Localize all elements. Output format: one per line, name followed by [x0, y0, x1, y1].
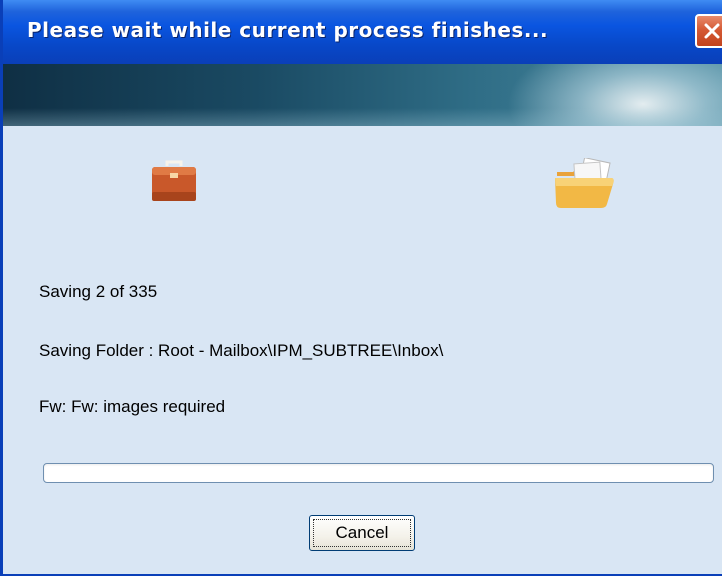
progress-count-text: Saving 2 of 335 — [39, 282, 158, 301]
progress-bar — [43, 463, 714, 483]
close-icon — [704, 23, 720, 39]
progress-dialog: Please wait while current process finish… — [0, 0, 722, 576]
briefcase-icon — [152, 160, 196, 201]
current-item-text: Fw: Fw: images required — [39, 397, 226, 416]
current-folder-text: Saving Folder : Root - Mailbox\IPM_SUBTR… — [39, 341, 444, 360]
close-button[interactable] — [695, 14, 722, 48]
title-bar[interactable]: Please wait while current process finish… — [3, 0, 722, 64]
header-banner — [3, 64, 722, 126]
dialog-title: Please wait while current process finish… — [27, 18, 549, 42]
folder-icon — [555, 158, 614, 208]
cancel-button[interactable]: Cancel — [309, 515, 415, 551]
